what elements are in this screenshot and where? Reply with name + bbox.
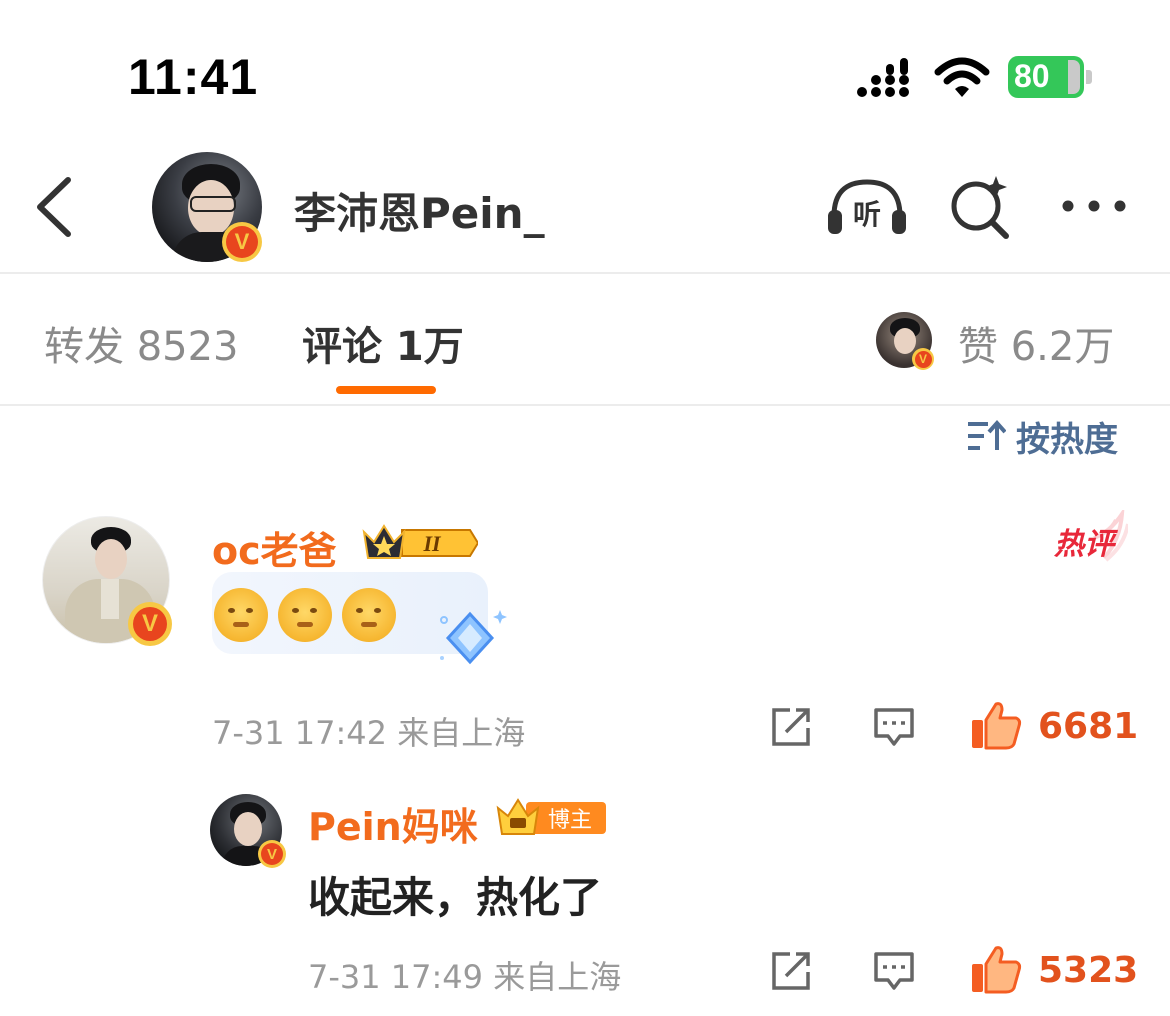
- like-count: 5323: [1038, 950, 1139, 991]
- page-title[interactable]: 李沛恩Pein_: [294, 180, 545, 241]
- diamond-decoration-icon: [440, 610, 507, 665]
- verified-badge-icon: V: [128, 602, 172, 646]
- tab-comment[interactable]: 评论 1万: [302, 314, 464, 372]
- like-count: 6681: [1038, 706, 1139, 747]
- level-text: II: [422, 531, 442, 556]
- reply-comment-icon[interactable]: [872, 950, 916, 992]
- commenter-name[interactable]: oc老爸: [212, 520, 337, 575]
- sort-icon: [968, 419, 1006, 450]
- cellular-signal-icon: [857, 58, 909, 97]
- verified-badge-small-icon: V: [912, 348, 934, 370]
- divider: [0, 272, 1170, 274]
- blogger-name[interactable]: Pein妈咪: [308, 796, 478, 851]
- share-icon[interactable]: [770, 950, 814, 992]
- listen-label: 听: [853, 198, 881, 231]
- search-icon[interactable]: [948, 172, 1014, 240]
- active-tab-indicator: [336, 386, 436, 394]
- tab-repost[interactable]: 转发 8523: [44, 314, 239, 372]
- verified-badge-icon: V: [222, 222, 262, 262]
- blogger-badge-label: 博主: [548, 808, 592, 833]
- sun-emoji-icon: [342, 588, 396, 642]
- thumbs-up-liked-icon[interactable]: [970, 944, 1022, 994]
- more-options-icon[interactable]: [1060, 196, 1128, 216]
- sun-emoji-icon: [214, 588, 268, 642]
- comment-meta: 7-31 17:42 来自上海: [212, 714, 526, 752]
- hot-comment-badge: 热评: [1053, 510, 1128, 562]
- back-arrow-icon[interactable]: [34, 176, 74, 238]
- hot-label: 热评: [1053, 527, 1119, 562]
- reply-meta: 7-31 17:49 来自上海: [308, 958, 622, 996]
- tab-likes[interactable]: 赞 6.2万: [958, 314, 1114, 372]
- wifi-icon: [934, 57, 990, 97]
- sort-label: 按热度: [1016, 419, 1118, 460]
- sort-by-hot-button[interactable]: 按热度: [966, 414, 1118, 460]
- listen-headphones-icon[interactable]: 听: [826, 176, 908, 238]
- blogger-badge: 博主: [496, 798, 606, 835]
- crown-level-badge-icon: II: [362, 524, 478, 559]
- battery-level: 80: [1014, 58, 1050, 94]
- verified-badge-icon: V: [258, 840, 286, 868]
- status-time: 11:41: [128, 49, 259, 105]
- share-icon[interactable]: [770, 706, 814, 748]
- sun-emoji-icon: [278, 588, 332, 642]
- battery-indicator: 80: [1008, 56, 1092, 98]
- reply-comment-icon[interactable]: [872, 706, 916, 748]
- thumbs-up-liked-icon[interactable]: [970, 700, 1022, 750]
- reply-text: 收起来，热化了: [308, 873, 603, 922]
- divider: [0, 404, 1170, 406]
